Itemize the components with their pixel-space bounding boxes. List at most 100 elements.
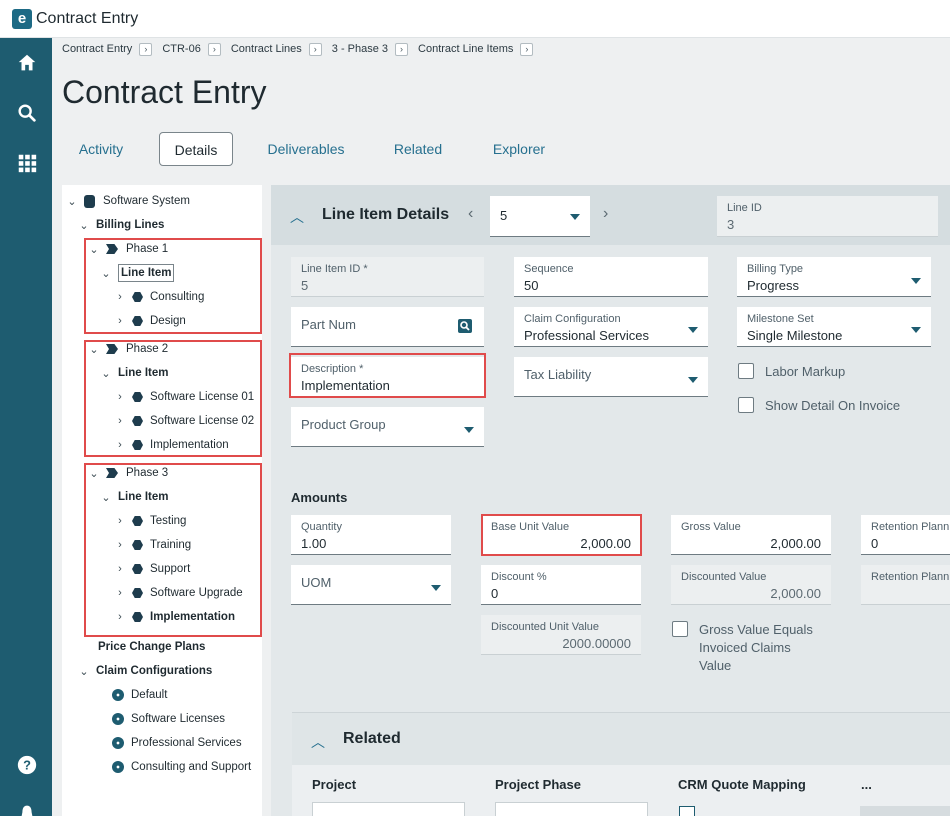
chevron-right-icon[interactable]: ›	[395, 42, 409, 56]
chevron-right-icon[interactable]: ›	[207, 42, 221, 56]
notification-icon[interactable]	[16, 802, 38, 816]
breadcrumb-label[interactable]: Contract Line Items	[418, 43, 513, 55]
breadcrumb-label[interactable]: Contract Lines	[231, 43, 302, 55]
chevron-left-icon[interactable]: ‹	[468, 205, 473, 223]
chevron-right-icon[interactable]: ›	[603, 205, 608, 223]
tab-explorer[interactable]: Explorer	[482, 132, 556, 166]
field-label: Milestone Set	[747, 313, 814, 325]
breadcrumb-item[interactable]: Contract Lines ›	[231, 42, 322, 56]
app-title: Contract Entry	[36, 10, 139, 27]
dropdown-arrow-icon[interactable]	[911, 278, 921, 284]
breadcrumb-item[interactable]: Contract Entry ›	[62, 42, 153, 56]
field-label: Retention Plann	[871, 521, 950, 533]
chevron-down-icon[interactable]: ⌄	[78, 665, 90, 678]
project-input[interactable]	[312, 802, 465, 816]
claim-configuration-dropdown[interactable]: Claim Configuration Professional Service…	[514, 307, 708, 347]
tree-node-label[interactable]: Software Licenses	[131, 713, 225, 725]
field-label: Discount %	[491, 571, 547, 583]
retention-plan-field[interactable]: Retention Plann 0	[861, 515, 950, 555]
breadcrumb-label[interactable]: CTR-06	[162, 43, 201, 55]
checkbox[interactable]	[738, 363, 754, 379]
field-label: UOM	[301, 575, 332, 590]
chevron-right-icon[interactable]: ›	[139, 42, 153, 56]
field-label: Discounted Value	[681, 571, 767, 583]
project-phase-input[interactable]	[495, 802, 648, 816]
tree-node-claim-configurations[interactable]: ⌄ Claim Configurations	[78, 659, 212, 683]
chevron-up-icon[interactable]: ︿	[290, 207, 304, 227]
tab-deliverables[interactable]: Deliverables	[258, 132, 354, 166]
tree-node-label[interactable]: Price Change Plans	[98, 641, 205, 653]
gross-value-field[interactable]: Gross Value 2,000.00	[671, 515, 831, 555]
tree-node-claim-config[interactable]: Default	[112, 683, 167, 707]
chevron-right-icon[interactable]: ›	[520, 42, 534, 56]
field-value: 0	[871, 536, 879, 551]
apps-grid-icon[interactable]	[16, 152, 38, 174]
product-group-dropdown[interactable]: Product Group	[291, 407, 484, 447]
gross-value-equals-invoiced-checkbox[interactable]: Gross Value Equals Invoiced Claims Value	[672, 621, 813, 675]
breadcrumb-item[interactable]: 3 - Phase 3 ›	[332, 42, 409, 56]
show-detail-on-invoice-checkbox[interactable]: Show Detail On Invoice	[738, 397, 900, 414]
checkbox[interactable]	[738, 397, 754, 413]
dropdown-arrow-icon[interactable]	[431, 585, 441, 591]
chevron-up-icon[interactable]: ︿	[311, 732, 325, 752]
billing-type-dropdown[interactable]: Billing Type Progress	[737, 257, 931, 297]
checkbox-label-line: Value	[699, 658, 732, 673]
tab-activity[interactable]: Activity	[62, 132, 140, 166]
breadcrumb-label[interactable]: Contract Entry	[62, 43, 132, 55]
part-num-field[interactable]: Part Num	[291, 307, 484, 347]
breadcrumb-item[interactable]: CTR-06 ›	[162, 42, 221, 56]
tree-node-claim-config[interactable]: Professional Services	[112, 731, 242, 755]
page-title: Contract Entry	[62, 74, 267, 110]
breadcrumb-item[interactable]: Contract Line Items ›	[418, 42, 534, 56]
tree-node-label[interactable]: Consulting and Support	[131, 761, 251, 773]
quantity-field[interactable]: Quantity 1.00	[291, 515, 451, 555]
tab-related[interactable]: Related	[382, 132, 454, 166]
highlight-phase1	[84, 238, 262, 334]
chevron-down-icon[interactable]: ⌄	[78, 219, 90, 232]
uom-dropdown[interactable]: UOM	[291, 565, 451, 605]
claim-config-icon	[112, 737, 124, 749]
tree-node-label[interactable]: Default	[131, 689, 167, 701]
tree-node-claim-config[interactable]: Software Licenses	[112, 707, 225, 731]
field-label: Billing Type	[747, 263, 804, 275]
crm-quote-mapping-checkbox[interactable]	[679, 806, 695, 816]
search-icon[interactable]	[16, 102, 38, 124]
help-icon[interactable]: ?	[16, 754, 38, 776]
discount-percent-field[interactable]: Discount % 0	[481, 565, 641, 605]
breadcrumb: Contract Entry › CTR-06 › Contract Lines › …	[62, 40, 543, 58]
dropdown-arrow-icon[interactable]	[911, 327, 921, 333]
claim-config-icon	[112, 689, 124, 701]
sequence-field[interactable]: Sequence 50	[514, 257, 708, 297]
tab-details[interactable]: Details	[159, 132, 233, 166]
field-value: Professional Services	[524, 328, 649, 343]
field-value: Single Milestone	[747, 328, 843, 343]
tree-node-label[interactable]: Professional Services	[131, 737, 242, 749]
tree-node-claim-config[interactable]: Consulting and Support	[112, 755, 251, 779]
tree-node-root[interactable]: ⌄ Software System	[66, 189, 190, 213]
labor-markup-checkbox[interactable]: Labor Markup	[738, 363, 845, 380]
line-item-selector[interactable]: 5	[490, 196, 590, 237]
dropdown-arrow-icon[interactable]	[570, 214, 580, 220]
title-bar: e Contract Entry	[0, 0, 950, 38]
tree-node-label[interactable]: Billing Lines	[96, 219, 164, 231]
tree-node-price-change-plans[interactable]: Price Change Plans	[98, 635, 205, 659]
related-more-field	[860, 806, 950, 816]
related-column-more: ...	[861, 777, 872, 792]
dropdown-arrow-icon[interactable]	[688, 327, 698, 333]
lookup-search-icon[interactable]	[458, 319, 472, 333]
tree-node-label[interactable]: Software System	[103, 195, 190, 207]
dropdown-arrow-icon[interactable]	[688, 377, 698, 383]
checkbox-label: Gross Value Equals Invoiced Claims Value	[699, 621, 813, 675]
checkbox[interactable]	[672, 621, 688, 637]
chevron-right-icon[interactable]: ›	[308, 42, 322, 56]
dropdown-arrow-icon[interactable]	[464, 427, 474, 433]
home-icon[interactable]	[16, 52, 38, 74]
tax-liability-dropdown[interactable]: Tax Liability	[514, 357, 708, 397]
related-title: Related	[343, 730, 401, 747]
chevron-down-icon[interactable]: ⌄	[66, 195, 78, 208]
database-icon	[84, 194, 95, 208]
breadcrumb-label[interactable]: 3 - Phase 3	[332, 43, 388, 55]
tree-node-label[interactable]: Claim Configurations	[96, 665, 212, 677]
tree-node-billing-lines[interactable]: ⌄ Billing Lines	[78, 213, 164, 237]
milestone-set-dropdown[interactable]: Milestone Set Single Milestone	[737, 307, 931, 347]
